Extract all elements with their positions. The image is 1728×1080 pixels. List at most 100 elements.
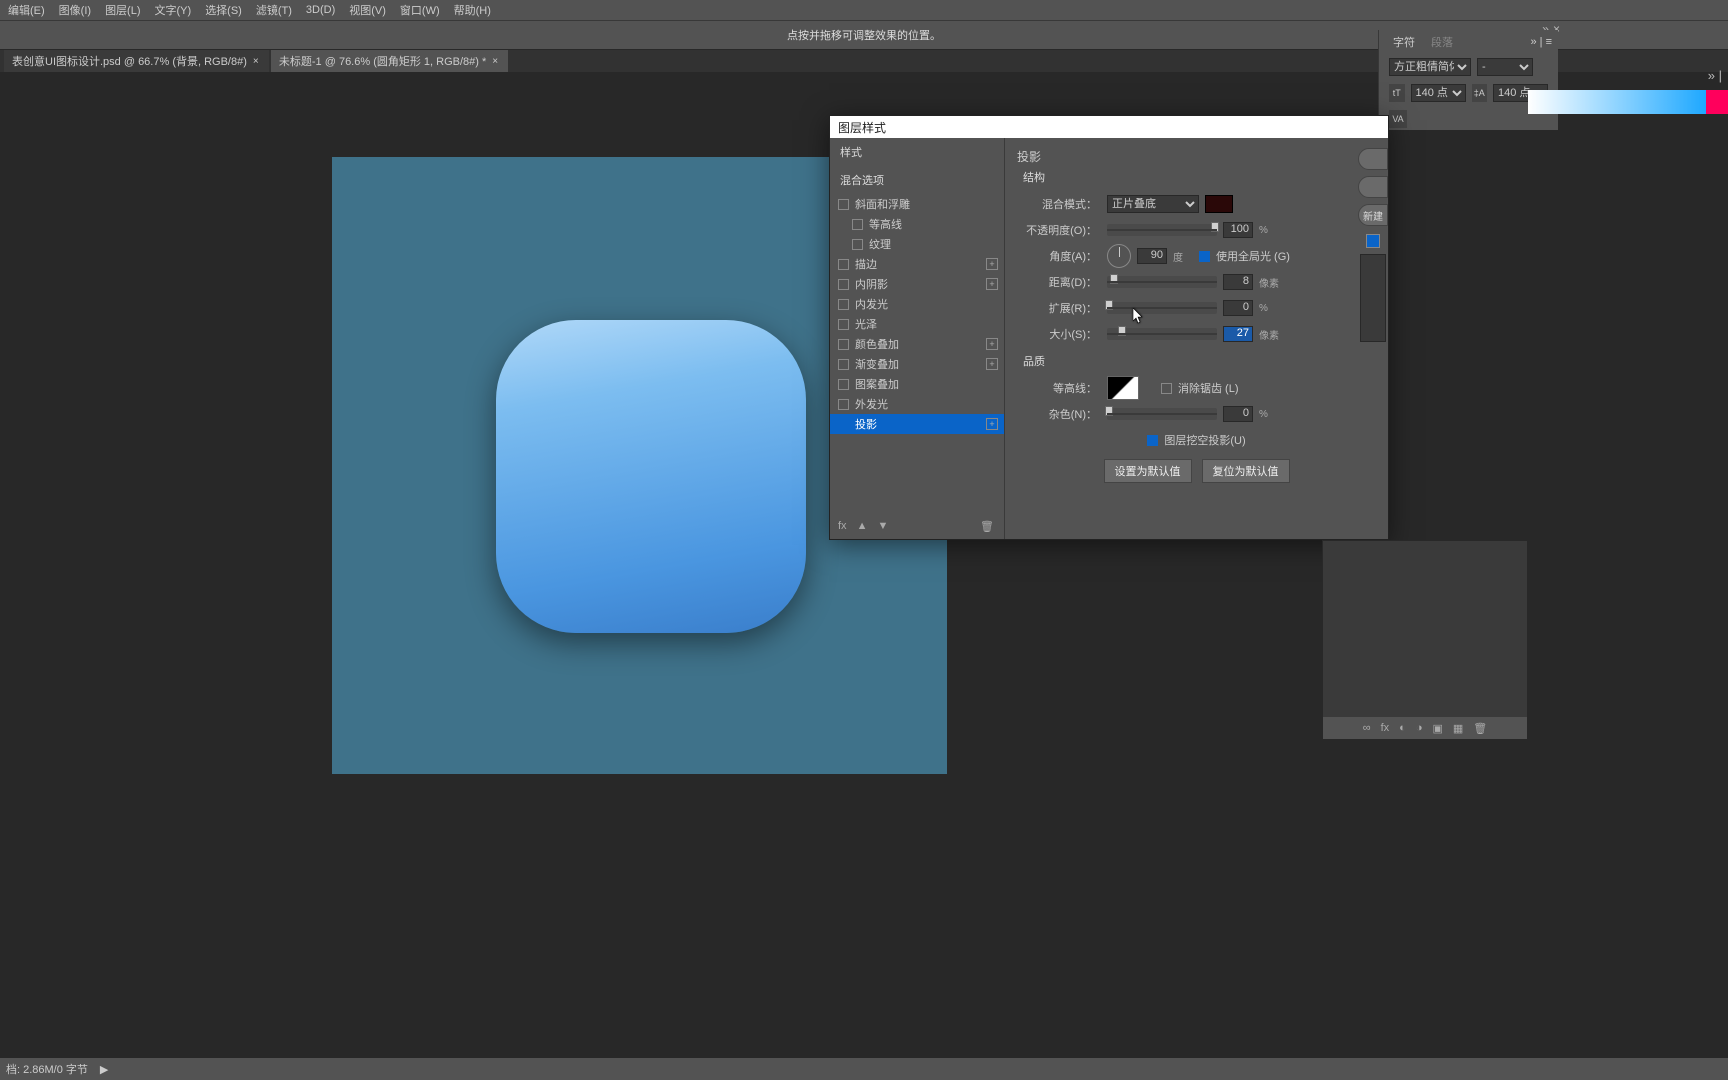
menu-view[interactable]: 视图(V) [349, 2, 386, 18]
document-tab-1[interactable]: 表创意UI图标设计.psd @ 66.7% (背景, RGB/8#) × [4, 50, 269, 72]
rounded-rectangle-shape[interactable] [496, 320, 806, 633]
link-icon[interactable]: ∞ [1363, 722, 1371, 734]
effects-list: 样式 混合选项 斜面和浮雕 等高线 纹理 描边+ 内阴影+ 内发光 光泽 颜色叠… [830, 138, 1005, 539]
layers-panel: ∞ fx ◐ ◑ ▣ ▦ 🗑 [1322, 540, 1528, 740]
kerning-icon: VA [1389, 110, 1407, 128]
blend-mode-label: 混合模式： [1017, 196, 1097, 212]
section-title: 投影 [1017, 148, 1376, 165]
effect-texture[interactable]: 纹理 [830, 234, 1004, 254]
unit: 像素 [1259, 327, 1279, 342]
font-family-select[interactable]: 方正粗倩简体 [1389, 58, 1471, 76]
tab-paragraph[interactable]: 段落 [1431, 34, 1453, 50]
menu-filter[interactable]: 滤镜(T) [256, 2, 292, 18]
menu-select[interactable]: 选择(S) [205, 2, 242, 18]
shadow-color-swatch[interactable] [1205, 195, 1233, 213]
size-slider[interactable] [1107, 328, 1217, 340]
distance-input[interactable]: 8 [1223, 274, 1253, 290]
down-icon[interactable]: ▼ [877, 520, 888, 533]
font-style-select[interactable]: - [1477, 58, 1533, 76]
size-input[interactable]: 27 [1223, 326, 1253, 342]
layers-list[interactable] [1323, 541, 1527, 717]
size-label: 大小(S)： [1017, 326, 1097, 342]
character-panel: 字符 段落 » | ≡ 方正粗倩简体 - tT 140 点 ‡A 140 点 V… [1378, 30, 1558, 130]
reset-default-button[interactable]: 复位为默认值 [1202, 459, 1290, 483]
menu-help[interactable]: 帮助(H) [454, 2, 491, 18]
styles-header[interactable]: 样式 [830, 138, 1004, 166]
effect-inner-shadow[interactable]: 内阴影+ [830, 274, 1004, 294]
close-icon[interactable]: × [492, 56, 500, 67]
tab-character[interactable]: 字符 [1393, 34, 1415, 50]
dialog-title-bar[interactable]: 图层样式 [830, 116, 1388, 138]
add-icon[interactable]: + [986, 418, 998, 430]
angle-input[interactable]: 90 [1137, 248, 1167, 264]
unit: % [1259, 225, 1279, 236]
effect-bevel[interactable]: 斜面和浮雕 [830, 194, 1004, 214]
new-layer-icon[interactable]: ▦ [1453, 722, 1463, 735]
menu-bar[interactable]: 编辑(E) 图像(I) 图层(L) 文字(Y) 选择(S) 滤镜(T) 3D(D… [0, 0, 1728, 20]
cancel-button[interactable] [1358, 176, 1388, 198]
group-icon[interactable]: ▣ [1432, 722, 1442, 735]
opacity-input[interactable]: 100 [1223, 222, 1253, 238]
trash-icon[interactable]: 🗑 [980, 520, 994, 533]
status-doc-size: 档: 2.86M/0 字节 [6, 1061, 88, 1077]
menu-3d[interactable]: 3D(D) [306, 4, 335, 16]
menu-image[interactable]: 图像(I) [59, 2, 91, 18]
effect-inner-glow[interactable]: 内发光 [830, 294, 1004, 314]
fx-icon[interactable]: fx [1381, 722, 1390, 734]
angle-label: 角度(A)： [1017, 248, 1097, 264]
preview-swatch [1360, 254, 1386, 342]
add-icon[interactable]: + [986, 358, 998, 370]
chevron-right-icon[interactable]: ▶ [100, 1063, 108, 1076]
close-icon[interactable]: × [253, 56, 261, 67]
antialias-label: 消除锯齿 (L) [1178, 380, 1239, 396]
ok-button[interactable] [1358, 148, 1388, 170]
new-style-button[interactable]: 新建 [1358, 204, 1388, 226]
spread-input[interactable]: 0 [1223, 300, 1253, 316]
global-light-checkbox[interactable] [1199, 251, 1210, 262]
spread-slider[interactable] [1107, 302, 1217, 314]
font-size-select[interactable]: 140 点 [1411, 84, 1466, 102]
make-default-button[interactable]: 设置为默认值 [1104, 459, 1192, 483]
noise-slider[interactable] [1107, 408, 1217, 420]
add-icon[interactable]: + [986, 278, 998, 290]
effect-drop-shadow[interactable]: 投影+ [830, 414, 1004, 434]
distance-slider[interactable] [1107, 276, 1217, 288]
add-icon[interactable]: + [986, 258, 998, 270]
menu-edit[interactable]: 编辑(E) [8, 2, 45, 18]
effect-outer-glow[interactable]: 外发光 [830, 394, 1004, 414]
up-icon[interactable]: ▲ [857, 520, 868, 533]
distance-label: 距离(D)： [1017, 274, 1097, 290]
adjustment-icon[interactable]: ◑ [1416, 722, 1423, 734]
color-strip[interactable] [1528, 90, 1728, 114]
contour-picker[interactable] [1107, 376, 1139, 400]
menu-type[interactable]: 文字(Y) [155, 2, 192, 18]
unit: 度 [1173, 249, 1193, 264]
leading-icon: ‡A [1472, 84, 1488, 102]
unit: % [1259, 409, 1279, 420]
effect-pattern-overlay[interactable]: 图案叠加 [830, 374, 1004, 394]
panel-menu-icon[interactable]: » | ≡ [1530, 36, 1552, 48]
effect-gradient-overlay[interactable]: 渐变叠加+ [830, 354, 1004, 374]
preview-checkbox[interactable] [1366, 234, 1380, 248]
angle-dial[interactable] [1107, 244, 1131, 268]
blend-options-header[interactable]: 混合选项 [830, 166, 1004, 194]
noise-input[interactable]: 0 [1223, 406, 1253, 422]
drop-shadow-settings: 投影 结构 混合模式： 正片叠底 不透明度(O)： 100 % 角度(A)： 9… [1005, 138, 1388, 539]
effect-satin[interactable]: 光泽 [830, 314, 1004, 334]
effect-color-overlay[interactable]: 颜色叠加+ [830, 334, 1004, 354]
effect-stroke[interactable]: 描边+ [830, 254, 1004, 274]
mask-icon[interactable]: ◐ [1399, 722, 1406, 734]
status-bar: 档: 2.86M/0 字节 ▶ [0, 1058, 1728, 1080]
fx-icon[interactable]: fx [838, 520, 847, 533]
menu-window[interactable]: 窗口(W) [400, 2, 440, 18]
document-tab-2[interactable]: 未标题-1 @ 76.6% (圆角矩形 1, RGB/8#) * × [271, 50, 508, 72]
menu-layer[interactable]: 图层(L) [105, 2, 140, 18]
antialias-checkbox[interactable] [1161, 383, 1172, 394]
blend-mode-select[interactable]: 正片叠底 [1107, 195, 1199, 213]
opacity-slider[interactable] [1107, 224, 1217, 236]
knockout-checkbox[interactable] [1147, 435, 1158, 446]
trash-icon[interactable]: 🗑 [1473, 722, 1487, 735]
effect-contour[interactable]: 等高线 [830, 214, 1004, 234]
add-icon[interactable]: + [986, 338, 998, 350]
expand-panels-icon[interactable]: » | [1708, 68, 1728, 83]
